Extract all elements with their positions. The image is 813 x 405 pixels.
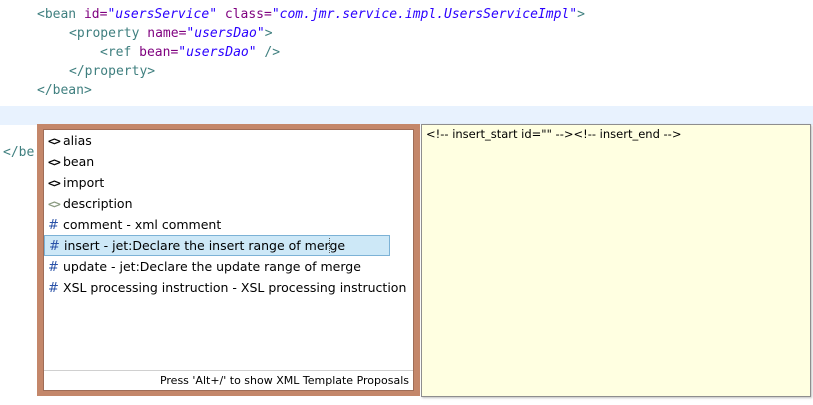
tag-close: > (264, 26, 273, 41)
code-line-1: <bean id="usersService" class="com.jmr.s… (37, 5, 585, 24)
element-icon: <> (48, 176, 61, 190)
code-line-6: </be (3, 145, 35, 160)
proposal-comment[interactable]: # comment - xml comment (44, 214, 413, 235)
popup-status-footer[interactable]: Press 'Alt+/' to show XML Template Propo… (44, 370, 413, 390)
proposal-list[interactable]: <> alias <> bean <> import <> description # c… (44, 130, 413, 298)
template-icon: # (48, 218, 59, 233)
proposal-list-container[interactable]: <> alias <> bean <> import <> description # c… (43, 129, 414, 391)
proposal-label: insert - jet:Declare the insert range of… (64, 238, 346, 253)
proposal-label: XSL processing instruction - XSL process… (63, 280, 407, 295)
element-faded-icon: <> (48, 197, 61, 211)
proposal-alias[interactable]: <> alias (44, 130, 413, 151)
attr-name: bean= (139, 45, 179, 60)
proposal-bean[interactable]: <> bean (44, 151, 413, 172)
proposal-label: update - jet:Declare the update range of… (63, 259, 361, 274)
content-assist-popup: <> alias <> bean <> import <> description # c… (37, 124, 420, 396)
current-line-highlight (0, 106, 813, 125)
attr-value: "usersDao" (186, 26, 265, 41)
attr-name: class= (217, 7, 272, 22)
attr-value: "usersDao" (178, 45, 257, 60)
proposal-description[interactable]: <> description (44, 193, 413, 214)
code-line-4: </property> (69, 64, 156, 79)
element-icon: <> (48, 155, 61, 169)
tag-open: <bean (37, 7, 84, 22)
tag-close: > (577, 7, 585, 22)
template-preview-text: <!-- insert_start id="" --><!-- insert_e… (426, 127, 682, 141)
proposal-import[interactable]: <> import (44, 172, 413, 193)
tag-open: <ref (100, 45, 140, 60)
template-icon: # (48, 281, 59, 296)
proposal-label: alias (63, 133, 92, 148)
code-line-3: <ref bean="usersDao" /> (100, 43, 280, 62)
code-line-5: </bean> (37, 83, 92, 98)
proposal-label: import (63, 175, 105, 190)
attr-name: name= (147, 26, 187, 41)
proposal-insert-selected[interactable]: # insert - jet:Declare the insert range o… (44, 235, 390, 256)
tag-close: /> (256, 45, 281, 60)
template-icon: # (49, 239, 60, 254)
template-icon: # (48, 260, 59, 275)
attr-name: id= (83, 7, 108, 22)
selection-focus-marker (329, 238, 331, 253)
proposal-label: bean (63, 154, 95, 169)
element-icon: <> (48, 134, 61, 148)
proposal-info-pane: <!-- insert_start id="" --><!-- insert_e… (421, 124, 811, 397)
attr-value: "com.jmr.service.impl.UsersServiceImpl" (271, 7, 578, 22)
proposal-update[interactable]: # update - jet:Declare the update range o… (44, 256, 413, 277)
proposal-label: comment - xml comment (63, 217, 222, 232)
tag-open: <property (69, 26, 148, 41)
proposal-xsl-processing[interactable]: # XSL processing instruction - XSL proces… (44, 277, 413, 298)
attr-value: "usersService" (107, 7, 218, 22)
proposal-label: description (63, 196, 133, 211)
code-line-2: <property name="usersDao"> (69, 24, 273, 43)
